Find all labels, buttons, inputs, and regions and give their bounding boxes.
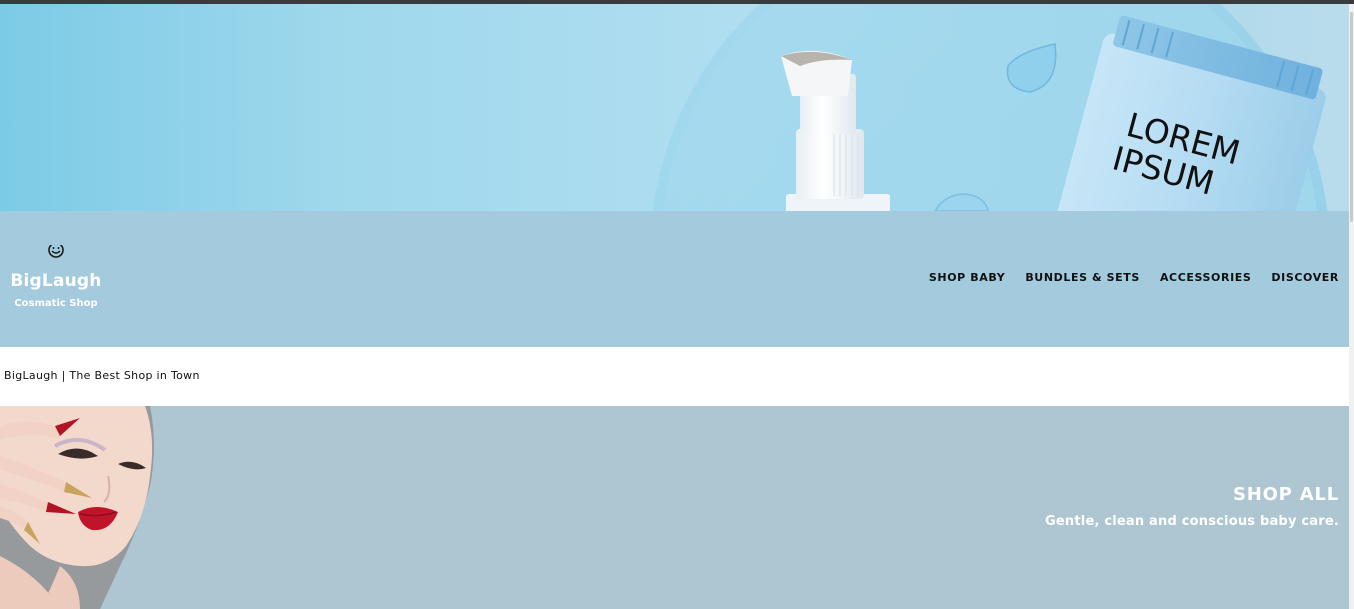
main-nav: SHOP BABY BUNDLES & SETS ACCESSORIES DIS…: [929, 271, 1339, 284]
hero-product-illustration: LOREM IPSUM: [652, 4, 1328, 211]
scrollbar-thumb[interactable]: [1350, 12, 1353, 222]
site-title: BigLaugh | The Best Shop in Town: [4, 369, 200, 382]
promo-subtitle: Gentle, clean and conscious baby care.: [1045, 514, 1339, 529]
brand-logo[interactable]: BigLaugh Cosmatic Shop: [8, 241, 104, 309]
smiley-icon: [48, 241, 64, 258]
hero-banner: LOREM IPSUM: [0, 4, 1349, 211]
promo-banner: SHOP ALL Gentle, clean and conscious bab…: [0, 406, 1349, 609]
brand-name: BigLaugh: [10, 271, 102, 291]
nav-item-accessories[interactable]: ACCESSORIES: [1160, 271, 1251, 284]
nav-item-shop-baby[interactable]: SHOP BABY: [929, 271, 1005, 284]
page-scrollbar[interactable]: [1349, 4, 1354, 609]
model-face-image: [0, 406, 220, 609]
nav-item-bundles-sets[interactable]: BUNDLES & SETS: [1025, 271, 1140, 284]
brand-tagline: Cosmatic Shop: [14, 298, 98, 309]
site-header: BigLaugh Cosmatic Shop SHOP BABY BUNDLES…: [0, 211, 1349, 347]
shop-all-link[interactable]: SHOP ALL: [1233, 484, 1339, 505]
site-title-bar: BigLaugh | The Best Shop in Town: [0, 347, 1349, 406]
nav-item-discover[interactable]: DISCOVER: [1271, 271, 1339, 284]
